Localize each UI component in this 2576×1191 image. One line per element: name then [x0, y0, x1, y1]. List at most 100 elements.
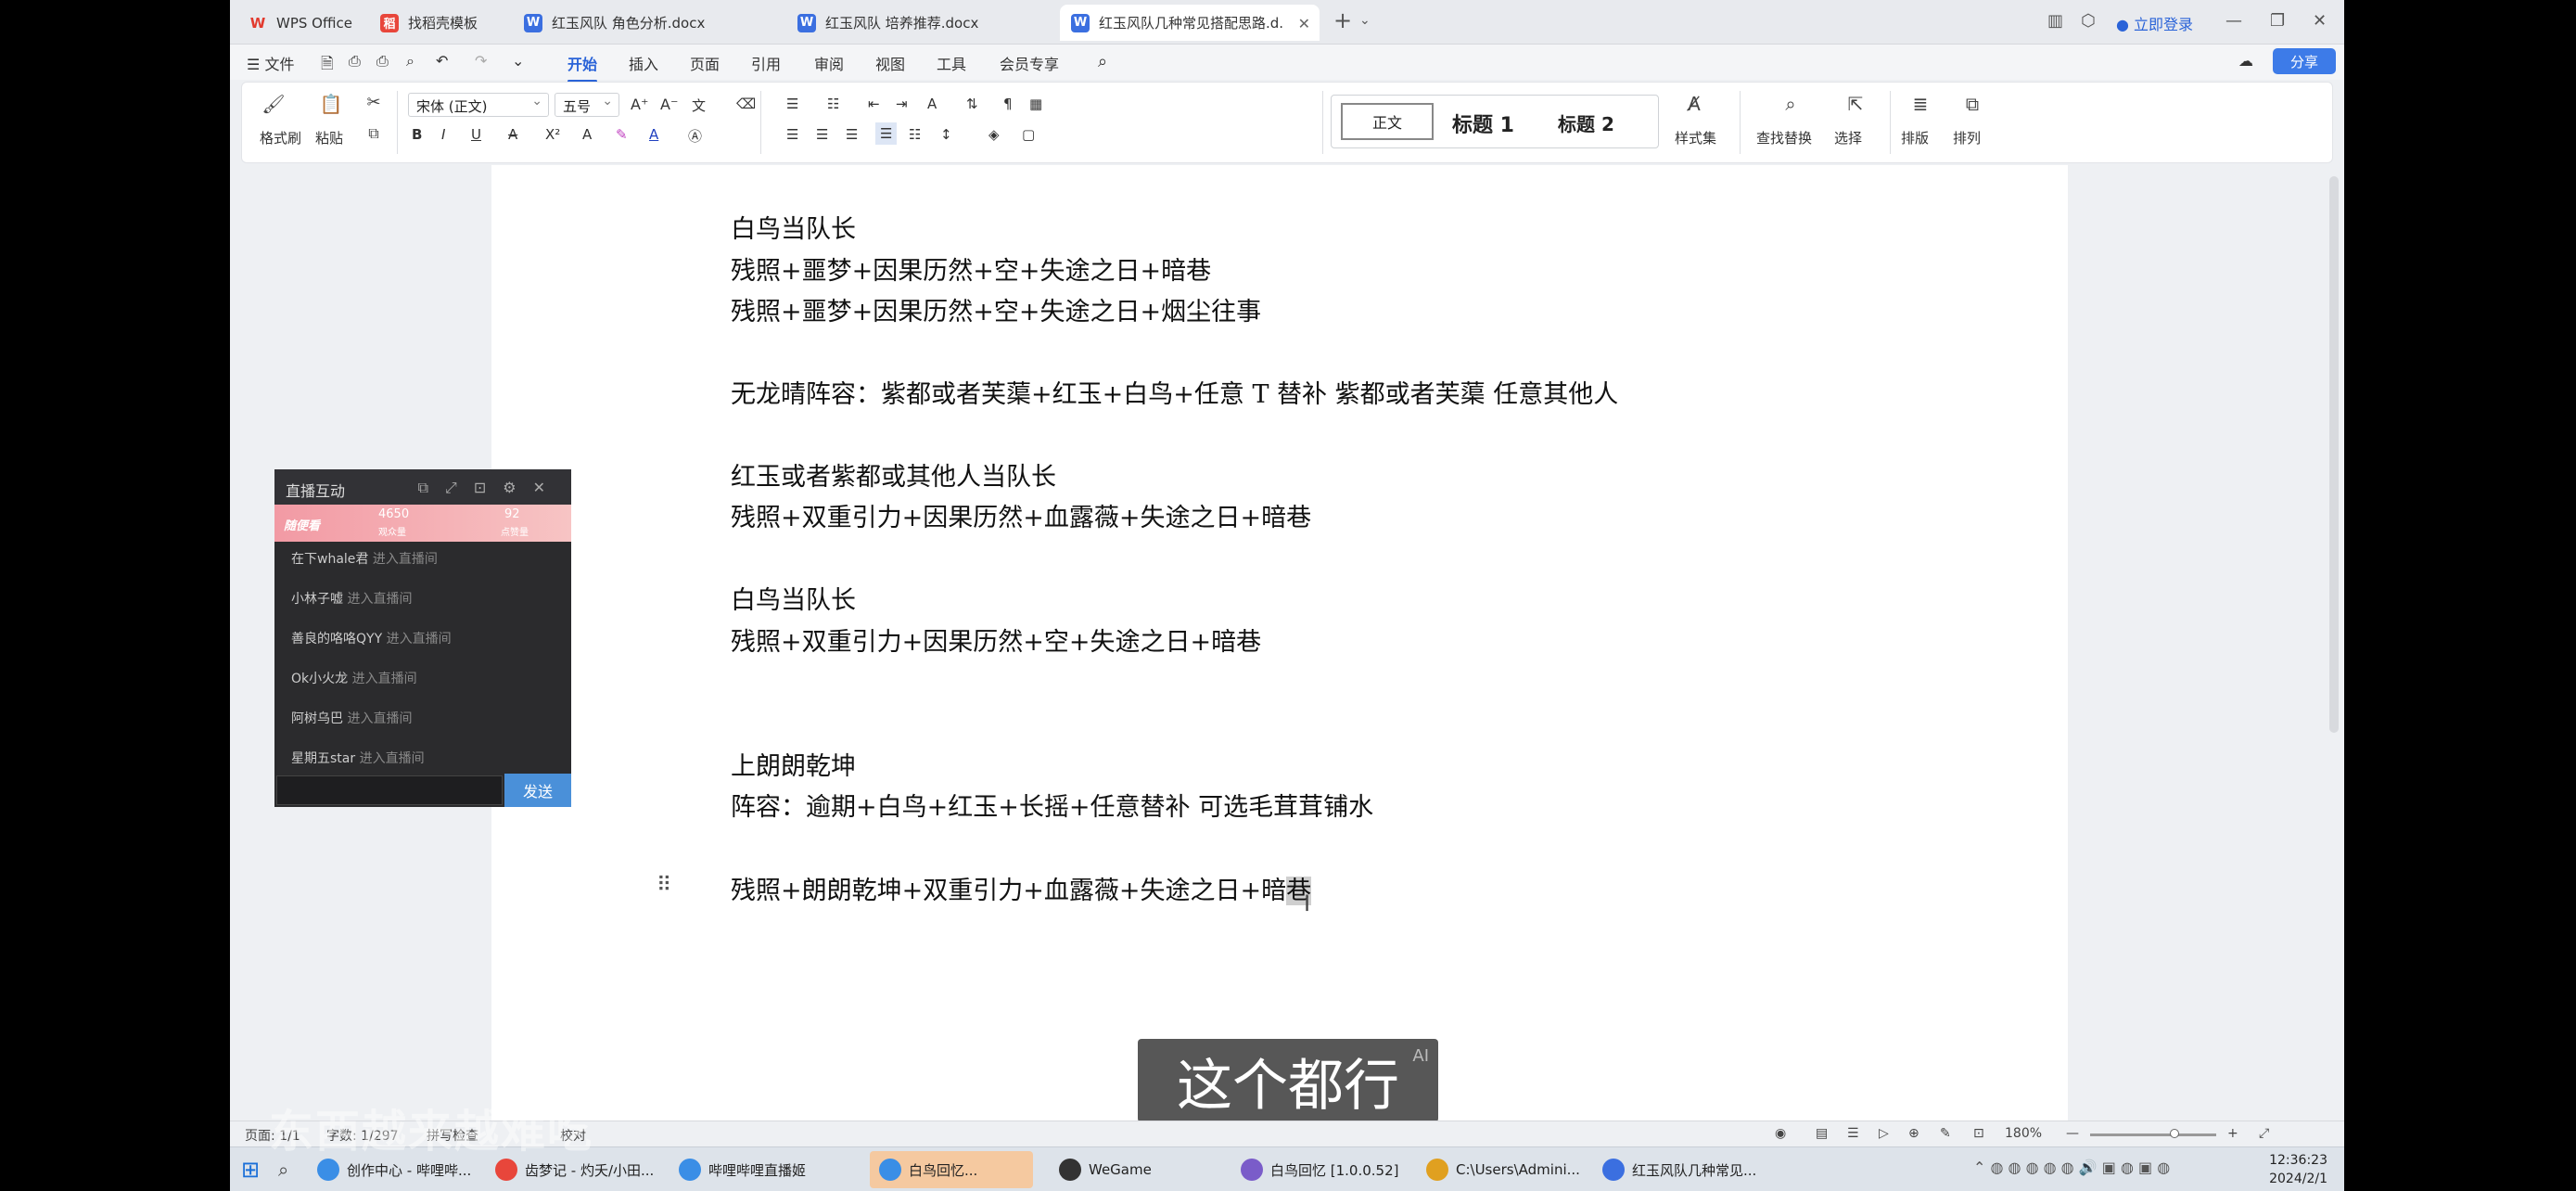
web-view-icon[interactable]: ⊕ [1908, 1126, 1919, 1141]
share-button[interactable]: 分享 [2273, 48, 2336, 74]
quick-save-icon[interactable]: 🗎 [321, 52, 334, 79]
paste-label[interactable]: 粘贴 [315, 128, 343, 147]
shading-icon[interactable]: ◈ [988, 126, 1000, 143]
bold-icon[interactable]: B [412, 126, 422, 143]
restore-icon[interactable]: ❐ [2270, 11, 2285, 31]
system-clock[interactable]: 12:36:23 2024/2/1 [2269, 1151, 2327, 1188]
table-icon[interactable]: ▦ [1029, 96, 1042, 112]
drag-handle-icon[interactable]: ⠿ [657, 874, 671, 897]
start-icon[interactable]: ⊞ [241, 1157, 260, 1183]
chevron-down-icon[interactable]: ⌄ [1359, 13, 1371, 28]
border-icon[interactable]: ▢ [1022, 126, 1035, 143]
tray-icons[interactable]: ⌃ ◍ ◍ ◍ ◍ ◍ 🔊 ▣ ◍ ▣ ◍ [1973, 1159, 2170, 1176]
char-border-icon[interactable]: Ⓐ [688, 126, 702, 146]
sort-icon[interactable]: ⇅ [966, 96, 978, 112]
tab-doc-analysis[interactable]: W 红玉风队 角色分析.docx [513, 5, 782, 41]
doc-line[interactable]: 无龙晴阵容：紫都或者芙蕖+红玉+白鸟+任意 T 替补 紫都或者芙蕖 任意其他人 [731, 374, 1618, 410]
live-chat-input[interactable] [276, 775, 503, 805]
document-page[interactable] [491, 165, 2068, 1121]
align-left-icon[interactable]: ☰ [786, 126, 798, 143]
menu-view[interactable]: 视图 [875, 52, 905, 74]
doc-line[interactable]: 残照+双重引力+因果历然+血露薇+失途之日+暗巷 [731, 497, 1311, 533]
phonetic-icon[interactable]: 文 [692, 96, 706, 115]
cut-icon[interactable]: ✂ [358, 93, 389, 112]
superscript-icon[interactable]: X² [545, 126, 560, 143]
play-icon[interactable]: ▷ [1879, 1126, 1889, 1141]
print-preview-icon[interactable]: ⌕ [406, 52, 414, 70]
zoom-in-icon[interactable]: + [2227, 1126, 2238, 1141]
style-normal[interactable]: 正文 [1341, 103, 1434, 140]
menu-review[interactable]: 审阅 [814, 52, 844, 74]
live-panel-controls[interactable]: ⧉⤢⊡⚙✕ [418, 479, 562, 497]
doc-line[interactable]: 残照+噩梦+因果历然+空+失途之日+烟尘往事 [731, 291, 1261, 327]
close-window-icon[interactable]: ✕ [2313, 11, 2327, 31]
doc-line[interactable]: 白鸟当队长 [731, 209, 856, 245]
tab-doc-combos[interactable]: W 红玉风队几种常见搭配思路.d... ✕ [1060, 5, 1320, 41]
menu-reference[interactable]: 引用 [751, 52, 781, 74]
tab-doc-training[interactable]: W 红玉风队 培养推荐.docx [786, 5, 1055, 41]
increase-indent-icon[interactable]: ⇥ [896, 96, 908, 112]
shrink-font-icon[interactable]: A⁻ [660, 96, 678, 113]
menu-tools[interactable]: 工具 [937, 52, 966, 74]
search-taskbar-icon[interactable]: ⌕ [278, 1159, 288, 1181]
zoom-slider[interactable] [2090, 1133, 2216, 1136]
style-set-label[interactable]: 样式集 [1675, 128, 1716, 147]
format-painter-label[interactable]: 格式刷 [260, 128, 301, 147]
font-color-icon[interactable]: A [649, 126, 658, 143]
doc-line[interactable]: 残照+双重引力+因果历然+空+失途之日+暗巷 [731, 621, 1261, 658]
search-icon[interactable]: ⌕ [1098, 52, 1107, 71]
text-direction-icon[interactable]: A [927, 96, 937, 112]
close-tab-icon[interactable]: ✕ [1298, 15, 1310, 32]
fullscreen-icon[interactable]: ⤢ [2259, 1126, 2269, 1141]
doc-line[interactable]: 阵容：逾期+白鸟+红玉+长摇+任意替补 可选毛茸茸铺水 [731, 787, 1373, 823]
align-center-icon[interactable]: ☰ [816, 126, 828, 143]
task-live-streamer[interactable]: 哔哩哔哩直播姬 [670, 1151, 842, 1188]
print-icon[interactable]: ⎙ [376, 52, 389, 70]
task-game[interactable]: 白鸟回忆... [870, 1151, 1033, 1188]
style-set-icon[interactable]: A̸ [1678, 93, 1710, 115]
tab-wps-home[interactable]: W WPS Office [237, 5, 367, 41]
highlight-icon[interactable]: ✎ [616, 126, 628, 143]
task-wegame[interactable]: WeGame [1050, 1151, 1217, 1188]
number-list-icon[interactable]: ☷ [827, 96, 839, 112]
menu-file[interactable]: ☰ 文件 [247, 52, 294, 74]
style-heading-2[interactable]: 标题 2 [1558, 109, 1614, 136]
tab-templates[interactable]: 稻 找稻壳模板 [369, 5, 499, 41]
zoom-out-icon[interactable]: — [2066, 1126, 2079, 1141]
arrange-icon[interactable]: ⧉ [1957, 93, 1988, 115]
arrange-label[interactable]: 排列 [1953, 128, 1981, 147]
outline-view-icon[interactable]: ☰ [1847, 1126, 1859, 1141]
typeset-icon[interactable]: ≣ [1905, 93, 1936, 115]
paste-icon[interactable]: 📋 [315, 93, 347, 115]
menu-insert[interactable]: 插入 [629, 52, 658, 74]
send-button[interactable]: 发送 [504, 774, 571, 807]
doc-line[interactable]: 残照+噩梦+因果历然+空+失途之日+暗巷 [731, 250, 1211, 287]
show-marks-icon[interactable]: ¶ [1003, 96, 1013, 112]
login-link[interactable]: ● 立即登录 [2116, 12, 2193, 34]
doc-line-selected[interactable]: 残照+朗朗乾坤+双重引力+血露薇+失途之日+暗巷 [731, 870, 1312, 906]
undo-icon[interactable]: ↶ [436, 52, 448, 70]
italic-icon[interactable]: I [441, 126, 445, 143]
menu-home[interactable]: 开始 [567, 52, 598, 83]
find-replace-label[interactable]: 查找替换 [1756, 128, 1812, 147]
text-effect-icon[interactable]: A [582, 126, 592, 143]
fit-icon[interactable]: ⊡ [1973, 1126, 1984, 1141]
redo-icon[interactable]: ↷ [475, 52, 487, 70]
clear-format-icon[interactable]: ⌫ [736, 96, 756, 112]
box-icon[interactable]: ⬡ [2081, 11, 2096, 31]
cloud-icon[interactable]: ☁ [2238, 52, 2253, 70]
doc-line[interactable]: 红玉或者紫都或其他人当队长 [731, 456, 1056, 493]
grow-font-icon[interactable]: A⁺ [631, 96, 648, 113]
strikethrough-icon[interactable]: A [508, 126, 517, 143]
style-heading-1[interactable]: 标题 1 [1452, 109, 1514, 138]
page-view-icon[interactable]: ▤ [1816, 1126, 1828, 1141]
menu-member[interactable]: 会员专享 [1000, 52, 1059, 74]
justify-icon[interactable]: ☰ [875, 122, 898, 145]
task-explorer[interactable]: C:\Users\Admini... [1417, 1151, 1593, 1188]
export-pdf-icon[interactable]: ⎙ [349, 52, 361, 70]
doc-line[interactable]: 白鸟当队长 [731, 580, 856, 616]
zoom-level[interactable]: 180% [2005, 1126, 2042, 1141]
format-painter-icon[interactable]: 🖌 [258, 93, 289, 115]
menu-page[interactable]: 页面 [690, 52, 720, 74]
font-family-select[interactable]: 宋体 (正文) [408, 93, 549, 117]
